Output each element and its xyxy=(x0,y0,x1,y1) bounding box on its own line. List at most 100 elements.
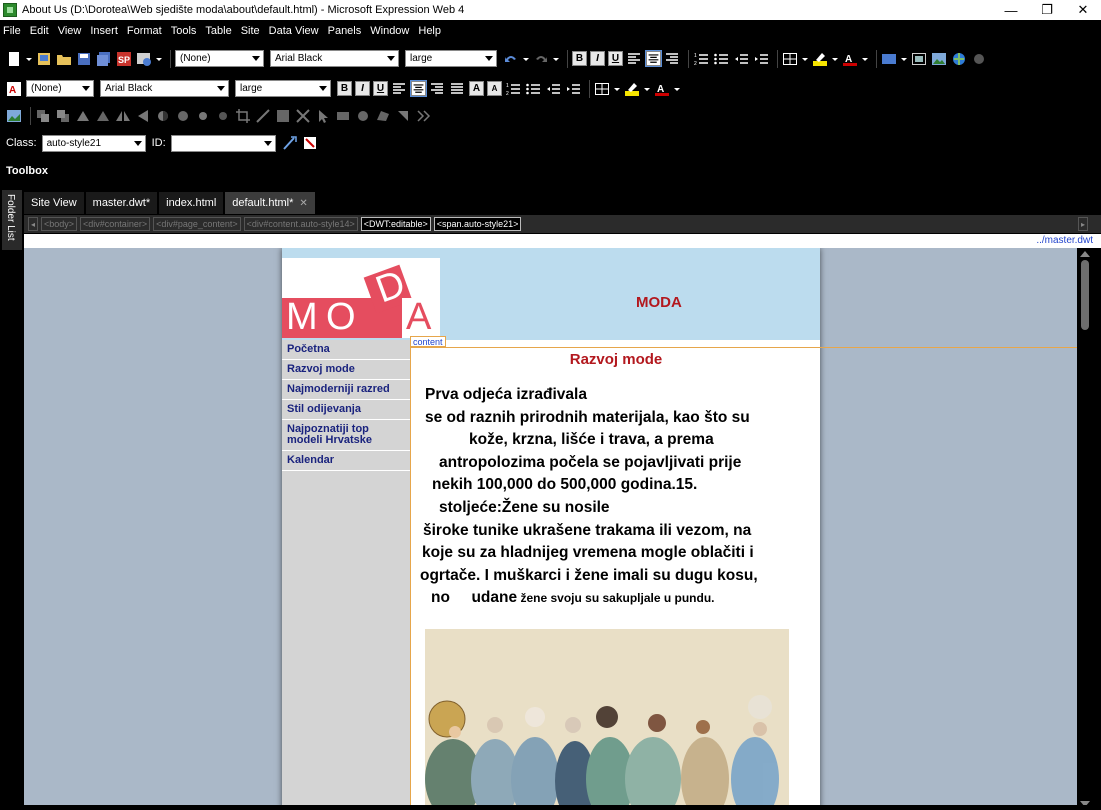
editable-content-region[interactable]: Razvoj mode Prva odjeća izrađivala se od… xyxy=(410,347,820,810)
circle-hotspot-icon[interactable] xyxy=(355,108,371,124)
styles-icon[interactable]: A xyxy=(6,81,22,97)
font-color-dropdown-icon[interactable] xyxy=(862,51,868,67)
more-contrast-icon[interactable] xyxy=(155,108,171,124)
font-color-icon[interactable]: A xyxy=(842,51,858,67)
align-center-icon[interactable] xyxy=(410,80,427,97)
table-dropdown-icon[interactable] xyxy=(802,51,808,67)
send-backward-icon[interactable] xyxy=(55,108,71,124)
menu-tools[interactable]: Tools xyxy=(171,25,197,37)
font-size-dropdown-2[interactable]: large xyxy=(235,80,331,97)
bold-button-2[interactable]: B xyxy=(337,81,352,96)
tab-site-view[interactable]: Site View xyxy=(24,192,84,214)
preview-dropdown-icon[interactable] xyxy=(156,51,162,67)
undo-icon[interactable] xyxy=(503,51,519,67)
restore-icon[interactable] xyxy=(415,108,431,124)
tab-master-dwt[interactable]: master.dwt* xyxy=(85,192,158,214)
design-view-canvas[interactable]: M O D A MODA Početna Razvoj mode Najmode… xyxy=(24,248,1077,810)
open-folder-icon[interactable] xyxy=(56,51,72,67)
web-component-icon[interactable] xyxy=(951,51,967,67)
highlight-icon[interactable] xyxy=(812,51,828,67)
nav-link-pocetna[interactable]: Početna xyxy=(282,340,410,360)
menu-site[interactable]: Site xyxy=(241,25,260,37)
highlight-hotspots-icon[interactable] xyxy=(395,108,411,124)
less-contrast-icon[interactable] xyxy=(175,108,191,124)
menu-panels[interactable]: Panels xyxy=(328,25,362,37)
increase-indent-icon[interactable] xyxy=(565,81,581,97)
rotate-left-icon[interactable] xyxy=(75,108,91,124)
underline-button[interactable]: U xyxy=(608,51,623,66)
content-paragraph[interactable]: Prva odjeća izrađivala se od raznih prir… xyxy=(417,384,815,610)
toolbox-label[interactable]: Toolbox xyxy=(6,165,48,177)
increase-font-size-button[interactable]: A xyxy=(469,81,484,96)
highlight-dropdown-icon[interactable] xyxy=(832,51,838,67)
master-template-link[interactable]: ../master.dwt xyxy=(1036,235,1093,246)
menu-view[interactable]: View xyxy=(58,25,82,37)
crop-icon[interactable] xyxy=(235,108,251,124)
insert-picture-icon[interactable] xyxy=(6,108,22,124)
justify-icon[interactable] xyxy=(449,81,465,97)
new-site-icon[interactable] xyxy=(36,51,52,67)
decrease-indent-icon[interactable] xyxy=(545,81,561,97)
font-color-icon[interactable]: A xyxy=(654,81,670,97)
nav-link-najmoderniji-razred[interactable]: Najmoderniji razred xyxy=(282,380,410,400)
menu-format[interactable]: Format xyxy=(127,25,162,37)
align-center-icon[interactable] xyxy=(645,50,662,67)
menu-insert[interactable]: Insert xyxy=(90,25,118,37)
bullet-list-icon[interactable] xyxy=(713,51,729,67)
rotate-right-icon[interactable] xyxy=(95,108,111,124)
format-picture-icon[interactable] xyxy=(275,108,291,124)
line-style-icon[interactable] xyxy=(255,108,271,124)
style-dropdown-2[interactable]: (None) xyxy=(26,80,94,97)
nav-link-kalendar[interactable]: Kalendar xyxy=(282,451,410,471)
bold-button[interactable]: B xyxy=(572,51,587,66)
undo-dropdown-icon[interactable] xyxy=(523,51,529,67)
menu-table[interactable]: Table xyxy=(205,25,231,37)
save-all-icon[interactable] xyxy=(96,51,112,67)
align-left-icon[interactable] xyxy=(626,51,642,67)
insert-image-icon[interactable] xyxy=(931,51,947,67)
font-color-dropdown-icon[interactable] xyxy=(674,81,680,97)
align-right-icon[interactable] xyxy=(664,51,680,67)
flip-horizontal-icon[interactable] xyxy=(115,108,131,124)
sharepoint-icon[interactable]: SP xyxy=(116,51,132,67)
new-page-icon[interactable] xyxy=(6,51,22,67)
redo-icon[interactable] xyxy=(533,51,549,67)
table-icon[interactable] xyxy=(782,51,798,67)
scroll-left-icon[interactable]: ◂ xyxy=(28,217,38,231)
more-brightness-icon[interactable] xyxy=(195,108,211,124)
tag-div-content[interactable]: <div#content.auto-style14> xyxy=(243,217,358,231)
scrollbar-thumb[interactable] xyxy=(1081,260,1089,330)
bullet-list-icon[interactable] xyxy=(525,81,541,97)
new-dropdown-icon[interactable] xyxy=(26,51,32,67)
minimize-button[interactable]: — xyxy=(993,0,1029,20)
scroll-up-icon[interactable] xyxy=(1080,251,1090,257)
menu-edit[interactable]: Edit xyxy=(30,25,49,37)
folder-list-tab[interactable]: Folder List xyxy=(2,190,22,250)
insert-layer-dropdown-icon[interactable] xyxy=(901,51,907,67)
decrease-indent-icon[interactable] xyxy=(733,51,749,67)
close-tab-icon[interactable]: ✕ xyxy=(299,198,307,209)
polygon-hotspot-icon[interactable] xyxy=(375,108,391,124)
tag-dwt-editable[interactable]: <DWT:editable> xyxy=(360,217,431,231)
less-brightness-icon[interactable] xyxy=(215,108,231,124)
id-dropdown[interactable] xyxy=(170,134,276,152)
menu-help[interactable]: Help xyxy=(418,25,441,37)
style-application-icon[interactable] xyxy=(302,135,318,151)
bring-forward-icon[interactable] xyxy=(35,108,51,124)
insert-layer-icon[interactable] xyxy=(881,51,897,67)
rectangle-hotspot-icon[interactable] xyxy=(335,108,351,124)
nav-link-razvoj-mode[interactable]: Razvoj mode xyxy=(282,360,410,380)
preview-browser-icon[interactable] xyxy=(136,51,152,67)
numbered-list-icon[interactable]: 12 xyxy=(693,51,709,67)
borders-icon[interactable] xyxy=(594,81,610,97)
font-size-dropdown[interactable]: large xyxy=(405,50,497,67)
nav-link-top-modeli[interactable]: Najpoznatiji top modeli Hrvatske xyxy=(282,420,410,451)
record-icon[interactable] xyxy=(971,51,987,67)
class-dropdown[interactable]: auto-style21 xyxy=(41,134,146,152)
tab-default-html[interactable]: default.html* ✕ xyxy=(225,192,315,214)
tag-div-page-content[interactable]: <div#page_content> xyxy=(153,217,241,231)
style-dropdown[interactable]: (None) xyxy=(175,50,264,67)
highlight-dropdown-icon[interactable] xyxy=(644,81,650,97)
increase-indent-icon[interactable] xyxy=(753,51,769,67)
italic-button[interactable]: I xyxy=(590,51,605,66)
